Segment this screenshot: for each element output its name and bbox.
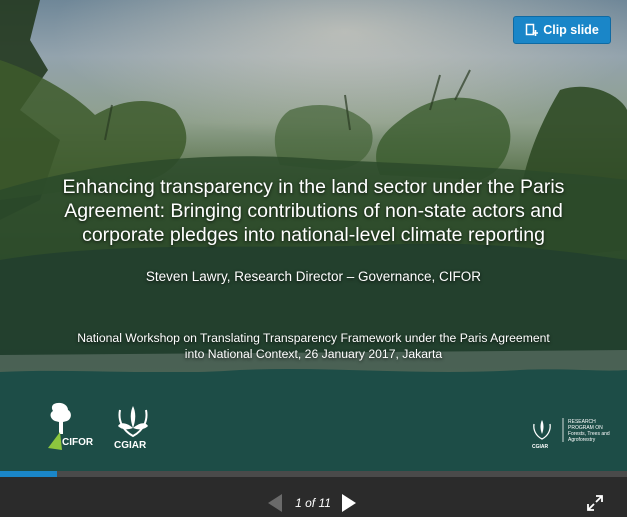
slide-author: Steven Lawry, Research Director – Govern…: [145, 269, 482, 284]
clip-icon: [525, 23, 539, 36]
cgiar-label: CGIAR: [114, 440, 147, 451]
slide-event: National Workshop on Translating Transpa…: [20, 330, 607, 362]
cifor-label: CIFOR: [62, 437, 94, 448]
triangle-right-icon[interactable]: [340, 493, 358, 513]
slide-counter: 1 of 11: [295, 496, 331, 510]
slide-event-line: National Workshop on Translating Transpa…: [77, 331, 550, 345]
expand-icon[interactable]: [586, 494, 604, 512]
slide-title-line: corporate pledges into national-level cl…: [82, 224, 545, 246]
player-controls: 1 of 11: [0, 477, 627, 517]
triangle-left-icon[interactable]: [266, 493, 284, 513]
slide-event-line: into National Context, 26 January 2017, …: [184, 347, 443, 361]
fta-cgiar-label: CGIAR: [532, 444, 549, 450]
fta-text-line: Agroforestry: [568, 437, 596, 443]
slide-title: Enhancing transparency in the land secto…: [20, 175, 607, 247]
fta-text: RESEARCH PROGRAM ON Forests, Trees and A…: [568, 419, 610, 443]
slide-title-line: Agreement: Bringing contributions of non…: [64, 200, 563, 222]
slide-title-line: Enhancing transparency in the land secto…: [62, 176, 565, 198]
clip-slide-label: Clip slide: [543, 23, 599, 37]
slide-view: Enhancing transparency in the land secto…: [0, 0, 627, 471]
clip-slide-button[interactable]: Clip slide: [513, 16, 611, 44]
